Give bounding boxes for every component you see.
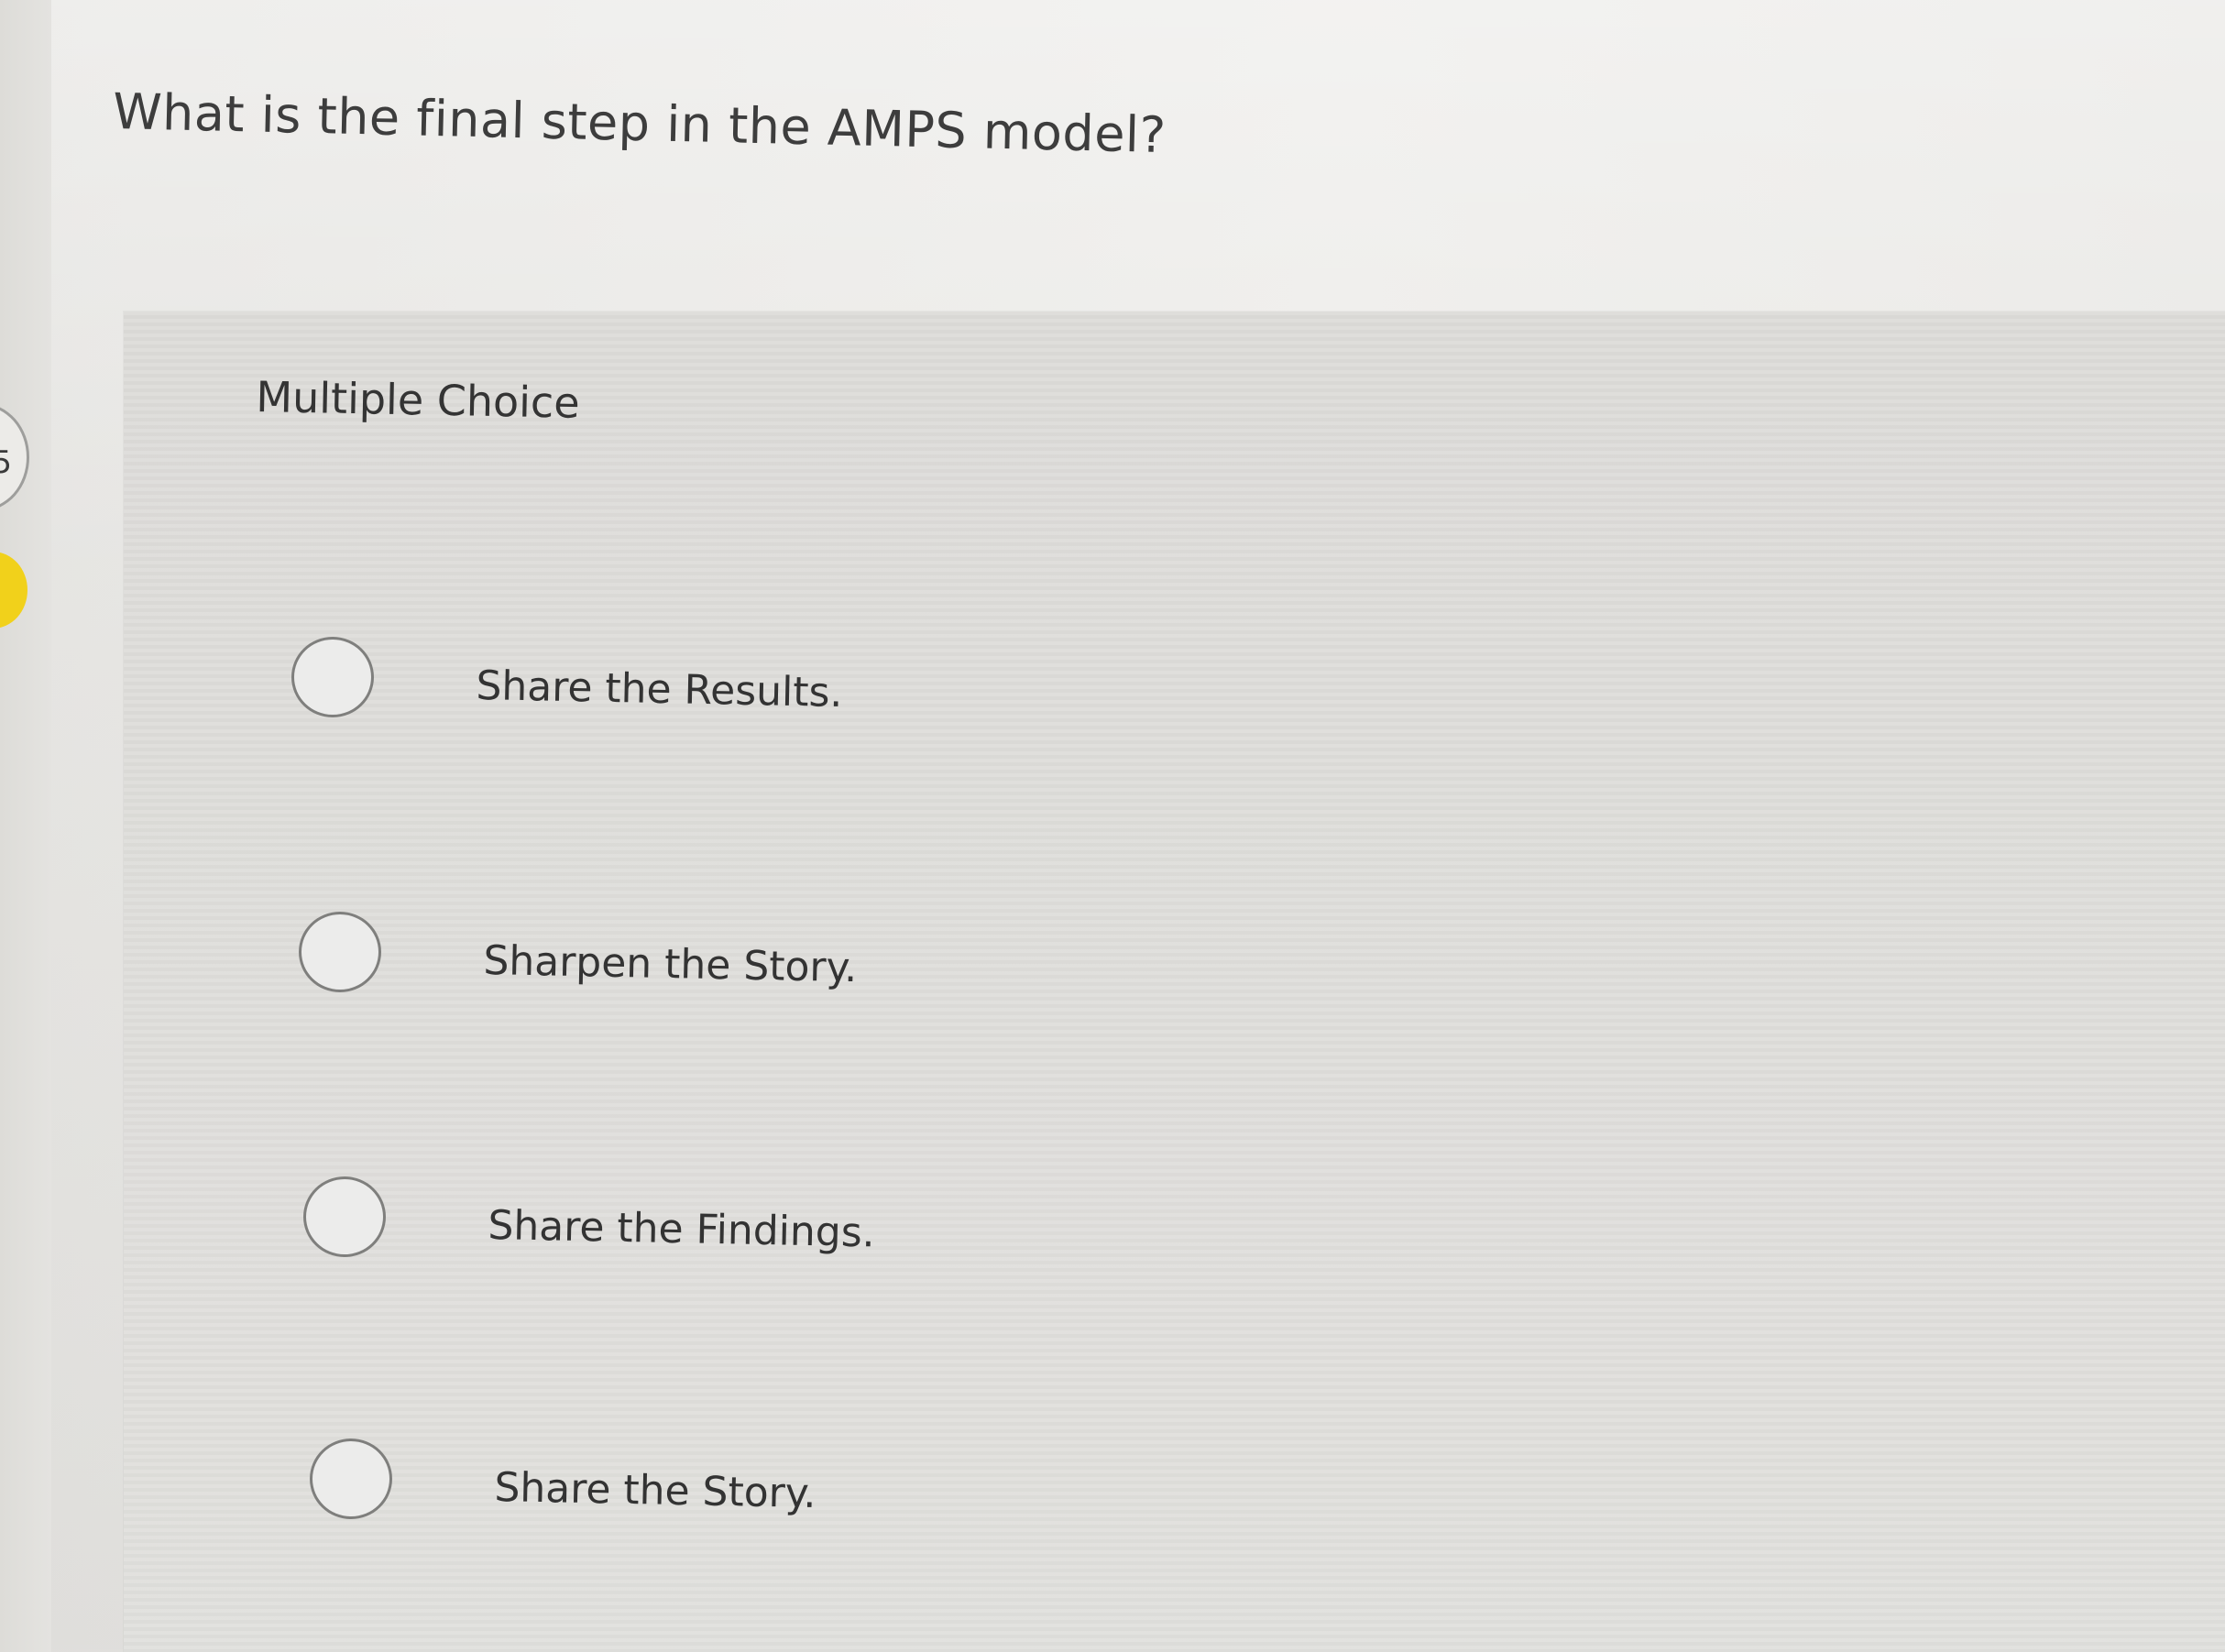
question-type-label: Multiple Choice [255,372,581,428]
question-navigation-rail [0,0,51,1652]
answer-option-share-the-results[interactable]: Share the Results. [291,637,1483,738]
answer-option-label: Sharpen the Story. [482,937,858,992]
quiz-screen: 5 What is the final step in the AMPS mod… [0,0,2225,1652]
answer-option-label: Share the Findings. [487,1202,876,1257]
question-number: 5 [0,444,12,481]
radio-button[interactable] [291,637,374,717]
radio-button[interactable] [299,912,381,992]
answer-option-label: Share the Story. [493,1464,817,1518]
question-title: What is the final step in the AMPS model… [112,82,1167,165]
answer-option-share-the-findings[interactable]: Share the Findings. [303,1176,1495,1277]
radio-button[interactable] [310,1439,392,1519]
answer-option-share-the-story[interactable]: Share the Story. [310,1439,1501,1539]
answer-option-label: Share the Results. [475,662,843,717]
answer-option-sharpen-the-story[interactable]: Sharpen the Story. [299,912,1490,1012]
radio-button[interactable] [303,1176,386,1257]
